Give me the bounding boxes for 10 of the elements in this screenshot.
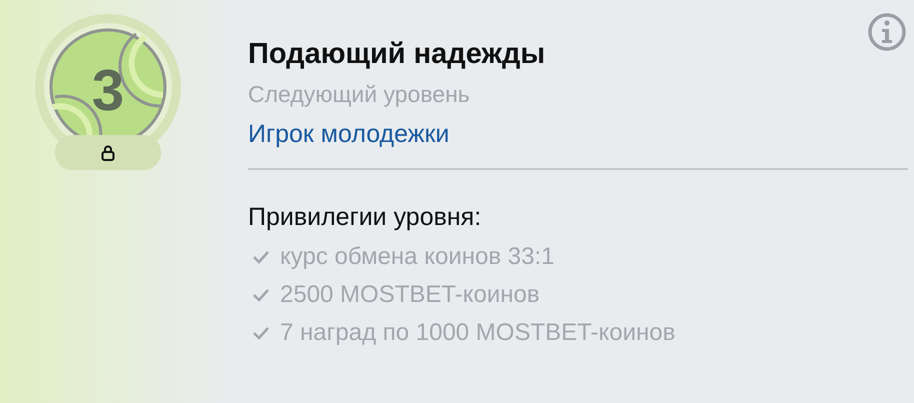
privilege-text: 7 наград по 1000 MOSTBET-коинов <box>280 318 676 348</box>
level-title: Подающий надежды <box>248 37 546 71</box>
level-number: 3 <box>90 62 126 120</box>
info-icon[interactable] <box>867 12 907 52</box>
privilege-text: 2500 MOSTBET-коинов <box>280 280 540 310</box>
lock-icon <box>101 144 115 160</box>
privileges-heading: Привилегии уровня: <box>248 202 482 232</box>
next-level-link[interactable]: Игрок молодежки <box>248 118 450 150</box>
next-level-label: Следующий уровень <box>248 80 471 108</box>
privilege-text: курс обмена коинов 33:1 <box>280 242 554 272</box>
